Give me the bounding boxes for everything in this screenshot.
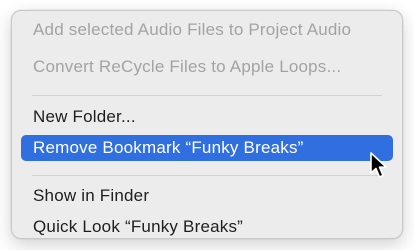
menu-item-quick-look[interactable]: Quick Look “Funky Breaks” [21,214,393,240]
menu-item-remove-bookmark[interactable]: Remove Bookmark “Funky Breaks” [21,135,393,161]
menu-separator [32,175,382,176]
menu-item-add-audio-files: Add selected Audio Files to Project Audi… [33,20,352,39]
arrow-pointer-icon [370,152,387,178]
menu-item-new-folder[interactable]: New Folder... [21,104,393,130]
menu-item-convert-recycle-files: Convert ReCycle Files to Apple Loops... [33,57,342,76]
menu-separator [32,95,382,96]
context-menu: Add selected Audio Files to Project Audi… [11,10,403,239]
menu-item-show-in-finder[interactable]: Show in Finder [21,183,393,209]
